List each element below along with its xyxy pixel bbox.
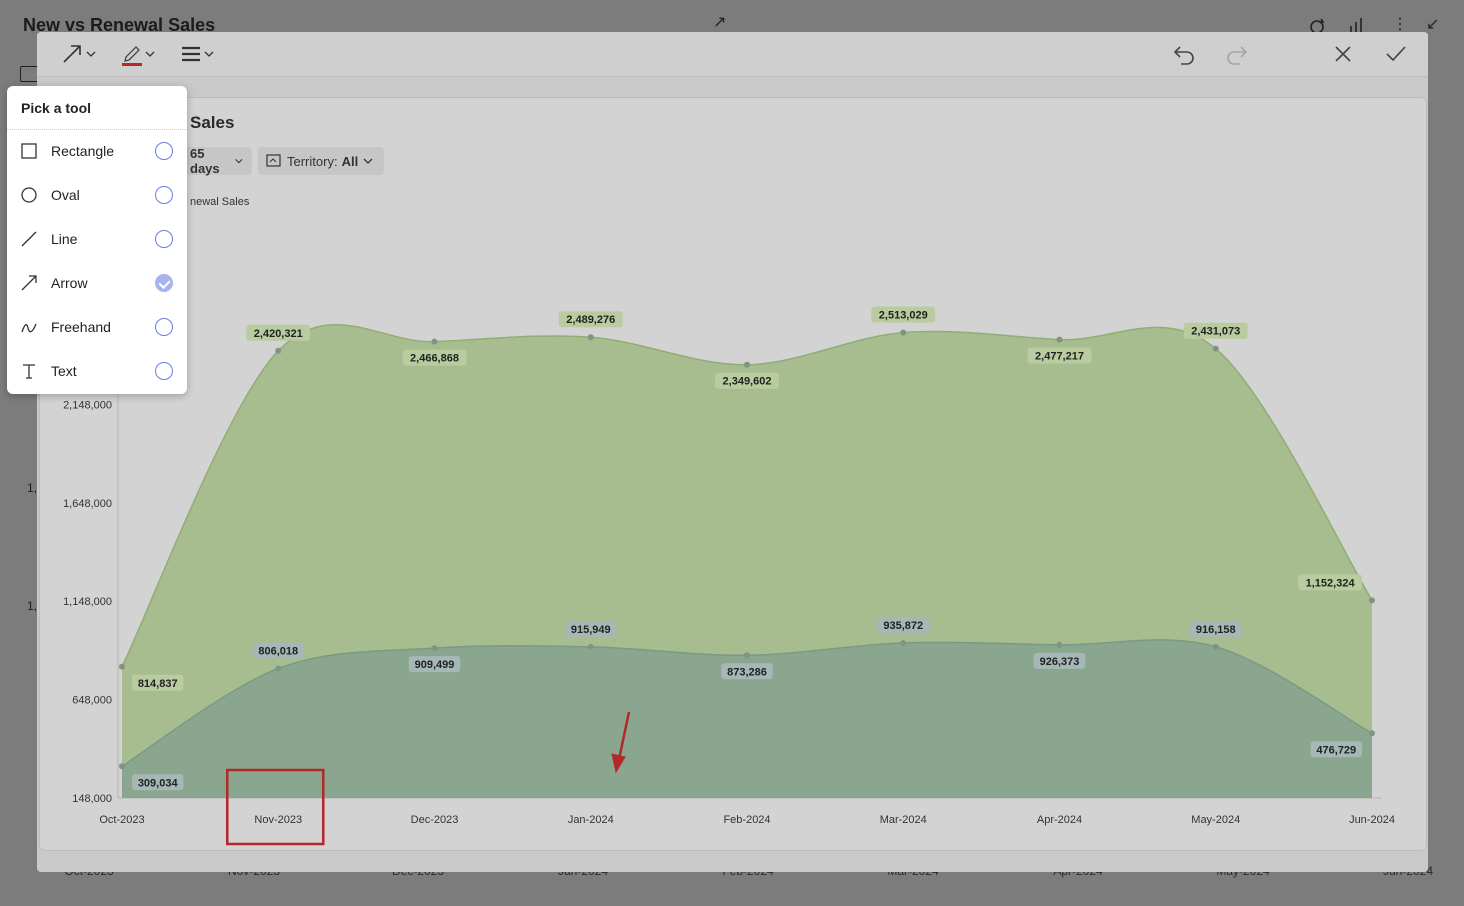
x-tick-label: Feb-2024 xyxy=(723,814,770,826)
data-point xyxy=(275,665,282,672)
data-label: 935,872 xyxy=(883,620,923,632)
data-label: 2,431,073 xyxy=(1191,326,1240,338)
data-label: 476,729 xyxy=(1316,744,1356,756)
y-tick-label: 148,000 xyxy=(72,793,112,805)
data-label: 2,349,602 xyxy=(723,376,772,388)
data-label: 309,034 xyxy=(138,777,179,789)
tool-option-arrow[interactable]: Arrow xyxy=(7,261,187,305)
expand-icon[interactable]: ↗ xyxy=(713,12,726,32)
data-label: 814,837 xyxy=(138,678,178,690)
tool-option-text[interactable]: Text xyxy=(7,349,187,393)
oval-icon xyxy=(21,187,37,203)
bg-y-tick: 1, xyxy=(27,599,38,613)
collapse-icon[interactable]: ↙ xyxy=(1426,14,1439,34)
bg-y-tick: 1, xyxy=(27,481,38,495)
data-point xyxy=(900,329,907,336)
tool-picker-popover: Pick a tool Rectangle Oval Line Arrow Fr… xyxy=(7,86,187,394)
data-point xyxy=(431,645,438,652)
data-point xyxy=(1056,641,1063,648)
data-point xyxy=(587,643,594,650)
data-label: 2,477,217 xyxy=(1035,351,1084,363)
data-label: 1,152,324 xyxy=(1306,577,1356,589)
tool-radio[interactable] xyxy=(155,230,173,248)
y-tick-label: 1,148,000 xyxy=(63,596,112,608)
tool-label: Line xyxy=(51,231,78,247)
data-point xyxy=(744,652,750,659)
y-tick-label: 648,000 xyxy=(72,695,112,707)
x-tick-label: Apr-2024 xyxy=(1037,814,1082,826)
data-point xyxy=(900,639,907,646)
data-point xyxy=(587,334,594,341)
data-label: 926,373 xyxy=(1040,656,1080,668)
data-point xyxy=(431,338,438,345)
tool-radio[interactable] xyxy=(155,186,173,204)
tool-radio[interactable] xyxy=(155,362,173,380)
x-tick-label: May-2024 xyxy=(1191,814,1240,826)
tool-option-oval[interactable]: Oval xyxy=(7,173,187,217)
x-tick-label: Jun-2024 xyxy=(1349,814,1395,826)
data-point xyxy=(1212,345,1219,352)
annotation-modal: Sales 65 days Territory: All newal Sales… xyxy=(37,32,1428,872)
data-point xyxy=(1212,643,1219,650)
data-label: 873,286 xyxy=(727,666,767,678)
text-icon xyxy=(23,364,35,379)
tool-option-line[interactable]: Line xyxy=(7,217,187,261)
x-tick-label: Mar-2024 xyxy=(880,814,927,826)
more-options-icon[interactable]: ⋮ xyxy=(1392,14,1408,34)
data-label: 806,018 xyxy=(258,646,298,658)
data-label: 2,420,321 xyxy=(254,328,303,340)
tool-label: Arrow xyxy=(51,275,88,291)
freehand-icon xyxy=(21,323,37,333)
tool-label: Rectangle xyxy=(51,143,115,159)
arrow-icon xyxy=(21,275,37,291)
rectangle-icon xyxy=(21,143,37,159)
data-label: 915,949 xyxy=(571,624,611,636)
data-label: 2,466,868 xyxy=(410,353,459,365)
data-point xyxy=(119,763,125,770)
x-tick-label: Nov-2023 xyxy=(254,814,302,826)
tool-label: Text xyxy=(51,363,77,379)
data-point xyxy=(1369,730,1375,737)
tool-label: Oval xyxy=(51,187,80,203)
data-label: 2,513,029 xyxy=(879,310,928,322)
data-label: 909,499 xyxy=(415,659,455,671)
tool-radio[interactable] xyxy=(155,142,173,160)
data-label: 2,489,276 xyxy=(566,314,615,326)
line-icon xyxy=(21,231,37,247)
tool-radio[interactable] xyxy=(155,318,173,336)
tool-radio-selected[interactable] xyxy=(155,274,173,292)
data-label: 916,158 xyxy=(1196,624,1236,636)
tool-label: Freehand xyxy=(51,319,111,335)
data-point xyxy=(1369,597,1375,604)
area-chart: 148,000 648,000 1,148,000 1,648,000 2,148,00… xyxy=(63,286,1395,846)
popover-title: Pick a tool xyxy=(21,100,92,116)
x-tick-label: Dec-2023 xyxy=(411,814,459,826)
x-tick-label: Oct-2023 xyxy=(99,814,144,826)
y-tick-label: 1,648,000 xyxy=(63,498,112,510)
data-point xyxy=(119,663,125,670)
data-point xyxy=(744,361,750,368)
data-point xyxy=(275,347,282,354)
x-tick-label: Jan-2024 xyxy=(568,814,614,826)
y-tick-label: 2,148,000 xyxy=(63,399,112,411)
data-point xyxy=(1056,336,1063,343)
tool-option-freehand[interactable]: Freehand xyxy=(7,305,187,349)
tool-option-rectangle[interactable]: Rectangle xyxy=(7,129,187,173)
